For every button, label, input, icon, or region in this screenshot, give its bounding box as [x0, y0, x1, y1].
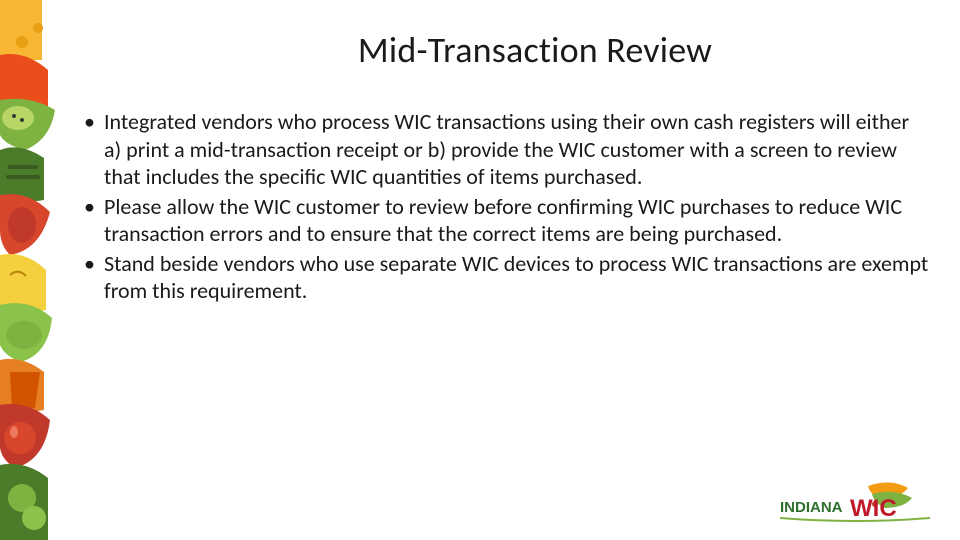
bullet-item: Stand beside vendors who use separate WI… [82, 250, 930, 305]
logo-leaf-icon: INDIANA WIC [780, 480, 930, 522]
logo-indiana-text: INDIANA [780, 499, 843, 516]
decorative-food-band [0, 0, 68, 540]
slide-title: Mid-Transaction Review [140, 28, 930, 72]
bullet-item: Please allow the WIC customer to review … [82, 193, 930, 248]
indiana-wic-logo: INDIANA WIC [780, 480, 930, 522]
bullet-item: Integrated vendors who process WIC trans… [82, 108, 930, 191]
logo-wic-text: WIC [850, 495, 897, 522]
slide-content: Mid-Transaction Review Integrated vendor… [80, 28, 930, 307]
bullet-list: Integrated vendors who process WIC trans… [80, 108, 930, 305]
